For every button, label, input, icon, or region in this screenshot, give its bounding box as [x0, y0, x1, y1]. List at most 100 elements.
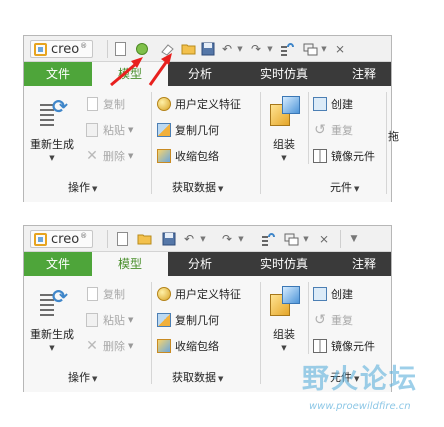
udf-label: 用户定义特征: [175, 98, 241, 111]
delete-dropdown-icon[interactable]: ▼: [128, 342, 133, 350]
copy-geometry-icon: [157, 313, 171, 327]
ribbon-top: creo ® ↶ ▼ ↷ ▼ ▼ ⨯ 文件 模型 分析 实时仿真 注释 ⟳ 重新…: [23, 35, 399, 202]
paste-icon: [86, 123, 98, 137]
redo-dropdown-icon[interactable]: ▼: [266, 41, 274, 57]
group-operations: ⟳ 重新生成 ▼ 复制 粘贴 ▼ ✕ 删除 ▼ 操作 ▼: [24, 276, 149, 392]
udf-button[interactable]: 用户定义特征: [156, 284, 241, 304]
tab-analysis[interactable]: 分析: [169, 252, 231, 276]
assemble-dropdown-icon[interactable]: ▼: [264, 344, 304, 352]
copy-button[interactable]: 复制: [84, 284, 125, 304]
shrinkwrap-icon: [157, 149, 171, 163]
regenerate-label: 重新生成: [30, 138, 74, 151]
regenerate-button[interactable]: ⟳ 重新生成 ▼: [26, 282, 78, 362]
create-button[interactable]: 创建: [312, 94, 353, 114]
tab-file[interactable]: 文件: [24, 252, 92, 276]
tab-annotate[interactable]: 注释: [334, 62, 394, 86]
regenerate-button[interactable]: ⟳ 重新生成 ▼: [26, 92, 78, 172]
open-icon[interactable]: [137, 231, 153, 247]
redo-icon[interactable]: ↷: [219, 231, 235, 247]
group-operations-title[interactable]: 操作 ▼: [68, 179, 97, 195]
udf-button[interactable]: 用户定义特征: [156, 94, 241, 114]
tab-model[interactable]: 模型: [92, 252, 168, 277]
red-arrow-marks: [110, 53, 172, 87]
delete-label: 删除: [103, 340, 125, 353]
mirror-label: 镜像元件: [331, 150, 375, 163]
windows-icon[interactable]: [283, 231, 299, 247]
quick-access-toolbar: creo ® ↶ ▼ ↷ ▼ ▼ ⨯: [24, 36, 391, 62]
tab-annotate[interactable]: 注释: [334, 252, 394, 276]
paste-label: 粘贴: [103, 314, 125, 327]
mirror-component-button[interactable]: 镜像元件: [312, 336, 375, 356]
logo-text: creo: [51, 41, 80, 57]
regenerate-dropdown-icon[interactable]: ▼: [26, 344, 78, 352]
regenerate-icon[interactable]: [279, 41, 295, 57]
tab-realtime-simulation[interactable]: 实时仿真: [239, 62, 329, 86]
creo-badge-icon: [34, 42, 47, 56]
group-divider: [386, 92, 387, 194]
mirror-component-button[interactable]: 镜像元件: [312, 146, 375, 166]
mirror-icon: [313, 339, 327, 353]
regenerate-icon[interactable]: [260, 231, 276, 247]
repeat-icon: ↺: [314, 312, 326, 328]
copy-geometry-button[interactable]: 复制几何: [156, 120, 219, 140]
paste-dropdown-icon[interactable]: ▼: [128, 126, 133, 134]
group-component-title[interactable]: 元件 ▼: [330, 179, 359, 195]
new-icon[interactable]: [114, 231, 130, 247]
copy-button[interactable]: 复制: [84, 94, 125, 114]
assemble-label: 组装: [273, 328, 295, 341]
delete-button[interactable]: ✕ 删除 ▼: [84, 336, 133, 356]
paste-button[interactable]: 粘贴 ▼: [84, 120, 133, 140]
watermark-title: 野火论坛: [302, 364, 418, 395]
group-operations-title[interactable]: 操作 ▼: [68, 369, 97, 385]
undo-dropdown-icon[interactable]: ▼: [199, 231, 207, 247]
windows-dropdown-icon[interactable]: ▼: [302, 231, 310, 247]
group-divider: [308, 282, 309, 354]
delete-dropdown-icon[interactable]: ▼: [128, 152, 133, 160]
close-window-icon[interactable]: ⨯: [332, 41, 348, 57]
windows-icon[interactable]: [302, 41, 318, 57]
save-icon[interactable]: [200, 41, 216, 57]
group-get-data-title[interactable]: 获取数据 ▼: [172, 179, 223, 195]
delete-label: 删除: [103, 150, 125, 163]
shrinkwrap-button[interactable]: 收缩包络: [156, 336, 219, 356]
assemble-button[interactable]: 组装 ▼: [264, 92, 304, 172]
tab-realtime-simulation[interactable]: 实时仿真: [239, 252, 329, 276]
save-icon[interactable]: [161, 231, 177, 247]
repeat-button[interactable]: ↺ 重复: [312, 310, 353, 330]
undo-icon[interactable]: ↶: [219, 41, 235, 57]
undo-icon[interactable]: ↶: [181, 231, 197, 247]
creo-logo: creo ®: [30, 230, 94, 248]
paste-button[interactable]: 粘贴 ▼: [84, 310, 133, 330]
creo-logo: creo ®: [30, 40, 94, 58]
repeat-button[interactable]: ↺ 重复: [312, 120, 353, 140]
toolbar-divider: [107, 230, 108, 248]
udf-label: 用户定义特征: [175, 288, 241, 301]
repeat-label: 重复: [331, 124, 353, 137]
redo-dropdown-icon[interactable]: ▼: [237, 231, 245, 247]
paste-icon: [86, 313, 98, 327]
delete-icon: ✕: [86, 338, 98, 354]
group-divider: [260, 92, 261, 194]
windows-dropdown-icon[interactable]: ▼: [320, 41, 328, 57]
assemble-button[interactable]: 组装 ▼: [264, 282, 304, 362]
regenerate-dropdown-icon[interactable]: ▼: [26, 154, 78, 162]
regenerate-big-icon: ⟳: [40, 96, 70, 128]
create-icon: [313, 97, 327, 111]
tab-file[interactable]: 文件: [24, 62, 92, 86]
paste-dropdown-icon[interactable]: ▼: [128, 316, 133, 324]
redo-icon[interactable]: ↷: [248, 41, 264, 57]
customize-toolbar-icon[interactable]: ▼: [348, 231, 360, 247]
undo-dropdown-icon[interactable]: ▼: [236, 41, 244, 57]
quick-access-toolbar: creo ® ↶ ▼ ↷ ▼ ▼ ⨯ ▼: [24, 226, 391, 252]
regenerate-big-icon: ⟳: [40, 286, 70, 318]
create-label: 创建: [331, 98, 353, 111]
create-button[interactable]: 创建: [312, 284, 353, 304]
delete-button[interactable]: ✕ 删除 ▼: [84, 146, 133, 166]
group-get-data: 用户定义特征 复制几何 收缩包络 获取数据 ▼: [154, 86, 259, 202]
group-divider: [151, 282, 152, 384]
copy-geometry-button[interactable]: 复制几何: [156, 310, 219, 330]
close-window-icon[interactable]: ⨯: [316, 231, 332, 247]
assemble-dropdown-icon[interactable]: ▼: [264, 154, 304, 162]
shrinkwrap-button[interactable]: 收缩包络: [156, 146, 219, 166]
group-get-data-title[interactable]: 获取数据 ▼: [172, 369, 223, 385]
